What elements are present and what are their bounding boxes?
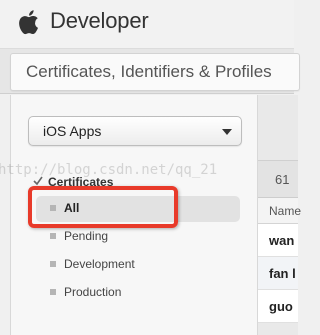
chevron-down-icon: [222, 129, 232, 135]
table-row[interactable]: wan: [258, 224, 298, 257]
platform-select-value: iOS Apps: [43, 123, 102, 139]
table-row[interactable]: guo: [258, 290, 298, 323]
table-row[interactable]: fan l: [258, 257, 298, 290]
bullet-icon: [50, 233, 56, 239]
platform-select[interactable]: iOS Apps: [28, 116, 242, 146]
row-name: wan: [269, 233, 295, 248]
content-toolbar: 61: [258, 160, 298, 198]
sidebar-item-label: Pending: [64, 229, 109, 243]
bullet-icon: [50, 261, 56, 267]
sidebar-item-label: Development: [64, 257, 135, 271]
item-count: 61: [275, 172, 290, 187]
column-header-label: Name: [269, 204, 302, 218]
annotation-highlight-box: [28, 186, 178, 228]
row-name: fan l: [269, 266, 296, 281]
top-bar: Developer: [0, 0, 294, 48]
sidebar-item-development[interactable]: Development: [36, 252, 240, 278]
page-title: Certificates, Identifiers & Profiles: [26, 62, 272, 81]
certificate-icon: [33, 176, 43, 186]
sidebar-item-production[interactable]: Production: [36, 280, 240, 306]
row-name: guo: [269, 299, 293, 314]
sidebar-item-label: Production: [64, 285, 122, 299]
apple-logo-icon[interactable]: [17, 9, 39, 35]
brand-title[interactable]: Developer: [50, 8, 149, 34]
column-header-name[interactable]: Name: [258, 198, 302, 224]
bullet-icon: [50, 289, 56, 295]
